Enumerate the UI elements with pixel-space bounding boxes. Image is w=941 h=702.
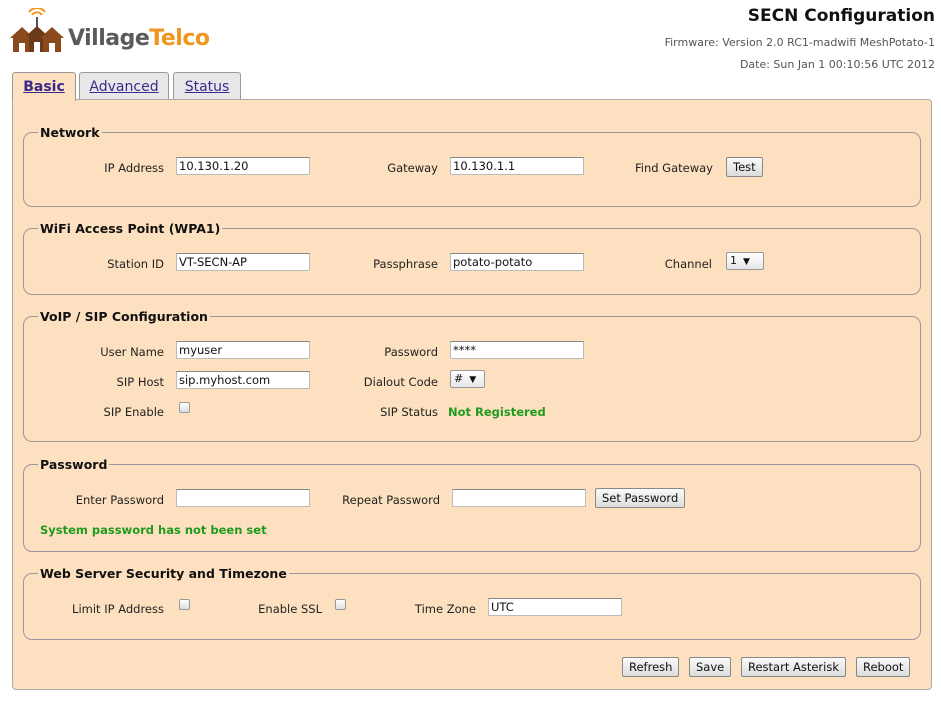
user-name-input[interactable] [176,341,310,359]
sip-enable-checkbox[interactable] [179,402,190,413]
repeat-password-label: Repeat Password [342,493,440,507]
sip-host-input[interactable] [176,371,310,389]
chevron-down-icon: ▼ [743,257,750,267]
websec-legend: Web Server Security and Timezone [40,566,287,581]
firmware-info: Firmware: Version 2.0 RC1-madwifi MeshPo… [664,36,935,49]
gateway-label: Gateway [387,161,438,175]
basic-settings-panel: Network IP Address Gateway Find Gateway … [12,99,932,690]
find-gateway-label: Find Gateway [634,161,713,175]
tab-basic-label[interactable]: Basic [23,79,65,95]
channel-value: 1 [730,254,737,267]
channel-select[interactable]: 1 ▼ [726,252,764,270]
enable-ssl-checkbox[interactable] [335,599,346,610]
dialout-code-label: Dialout Code [363,375,438,389]
logo-wordmark: VillageTelco [68,26,210,51]
network-legend: Network [40,125,100,140]
logo-village-text: Village [68,26,150,51]
set-password-button[interactable]: Set Password [595,488,686,508]
chevron-down-icon: ▼ [469,375,477,385]
enter-password-label: Enter Password [75,493,164,507]
repeat-password-input[interactable] [452,489,586,507]
sip-password-label: Password [384,345,438,359]
voip-legend: VoIP / SIP Configuration [40,309,208,324]
save-button[interactable]: Save [689,657,732,677]
dialout-code-select[interactable]: # ▼ [450,370,485,388]
restart-asterisk-button[interactable]: Restart Asterisk [741,657,847,677]
gateway-input[interactable] [450,157,584,175]
reboot-button[interactable]: Reboot [856,657,911,677]
station-id-input[interactable] [176,253,310,271]
enable-ssl-label: Enable SSL [258,602,322,616]
wifi-legend: WiFi Access Point (WPA1) [40,221,221,236]
page-title: SECN Configuration [747,6,935,26]
password-status-message: System password has not been set [40,523,267,537]
ip-address-label: IP Address [104,161,164,175]
tab-status-label[interactable]: Status [185,79,230,95]
dialout-code-value: # [454,372,464,385]
houses-antenna-icon [10,7,64,52]
date-info: Date: Sun Jan 1 00:10:56 UTC 2012 [739,58,935,71]
tab-advanced-label[interactable]: Advanced [89,79,158,95]
tab-status[interactable]: Status [173,72,241,99]
test-gateway-button[interactable]: Test [726,157,763,177]
user-name-label: User Name [100,345,164,359]
station-id-label: Station ID [107,257,164,271]
sip-host-label: SIP Host [116,375,164,389]
passphrase-label: Passphrase [373,257,438,271]
channel-label: Channel [664,257,712,271]
sip-status-label: SIP Status [380,405,438,419]
sip-enable-label: SIP Enable [103,405,164,419]
limit-ip-checkbox[interactable] [179,599,190,610]
sip-status-value: Not Registered [448,405,546,419]
sip-password-input[interactable] [450,341,584,359]
ip-address-input[interactable] [176,157,310,175]
passphrase-input[interactable] [450,253,584,271]
refresh-button[interactable]: Refresh [622,657,680,677]
enter-password-input[interactable] [176,489,310,507]
logo-telco-text: Telco [149,26,210,51]
tab-basic[interactable]: Basic [12,72,76,101]
password-legend: Password [40,457,108,472]
time-zone-label: Time Zone [414,602,476,616]
limit-ip-label: Limit IP Address [72,602,164,616]
time-zone-input[interactable] [488,598,622,616]
village-telco-logo: VillageTelco [8,7,210,54]
tab-advanced[interactable]: Advanced [79,72,169,99]
